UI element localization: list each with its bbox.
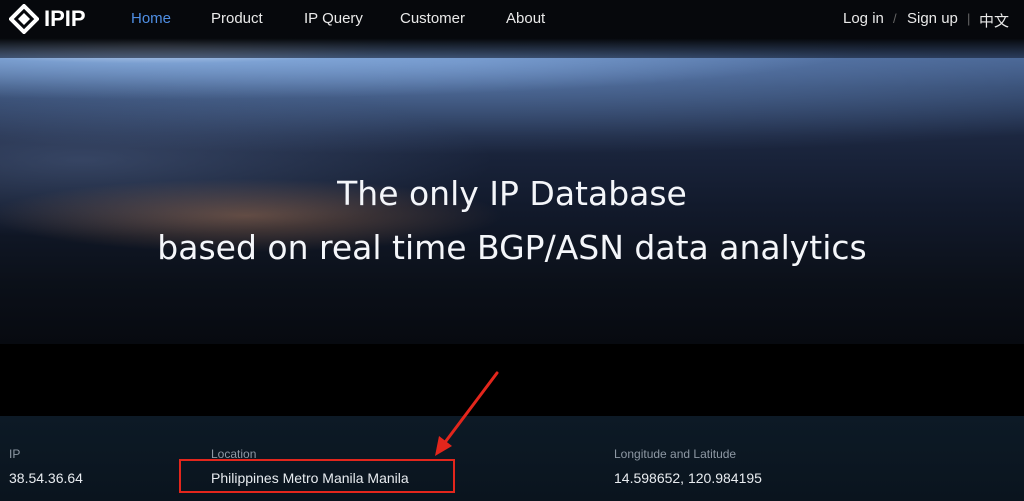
coordinates-label: Longitude and Latitude	[614, 447, 737, 461]
nav-home[interactable]: Home	[131, 10, 171, 27]
language-switch[interactable]: 中文	[979, 10, 1009, 31]
signup-link[interactable]: Sign up	[907, 10, 958, 27]
nav-about[interactable]: About	[506, 10, 545, 27]
login-link[interactable]: Log in	[843, 10, 884, 27]
page: IPIP Home Product IP Query Customer Abou…	[0, 0, 1024, 501]
language-separator: |	[967, 11, 971, 26]
hero-banner: The only IP Database based on real time …	[0, 38, 1024, 344]
spacer-band	[0, 344, 1024, 416]
hero-space-edge	[0, 38, 1024, 58]
brand-logo[interactable]: IPIP	[9, 4, 86, 34]
ip-result-panel	[0, 416, 1024, 501]
ip-value: 38.54.36.64	[9, 470, 83, 486]
auth-separator: /	[893, 11, 897, 26]
brand-name: IPIP	[44, 6, 86, 31]
nav-customer[interactable]: Customer	[400, 10, 465, 27]
nav-ip-query[interactable]: IP Query	[304, 10, 363, 27]
ipip-diamond-logo-icon	[9, 4, 39, 34]
hero-headline-line-1: The only IP Database	[337, 174, 687, 213]
top-navigation-bar: IPIP Home Product IP Query Customer Abou…	[0, 0, 1024, 38]
nav-product[interactable]: Product	[211, 10, 263, 27]
coordinates-value: 14.598652, 120.984195	[614, 470, 762, 486]
location-highlight-box	[179, 459, 455, 493]
hero-headline-line-2: based on real time BGP/ASN data analytic…	[157, 228, 867, 267]
ip-label: IP	[9, 447, 21, 461]
